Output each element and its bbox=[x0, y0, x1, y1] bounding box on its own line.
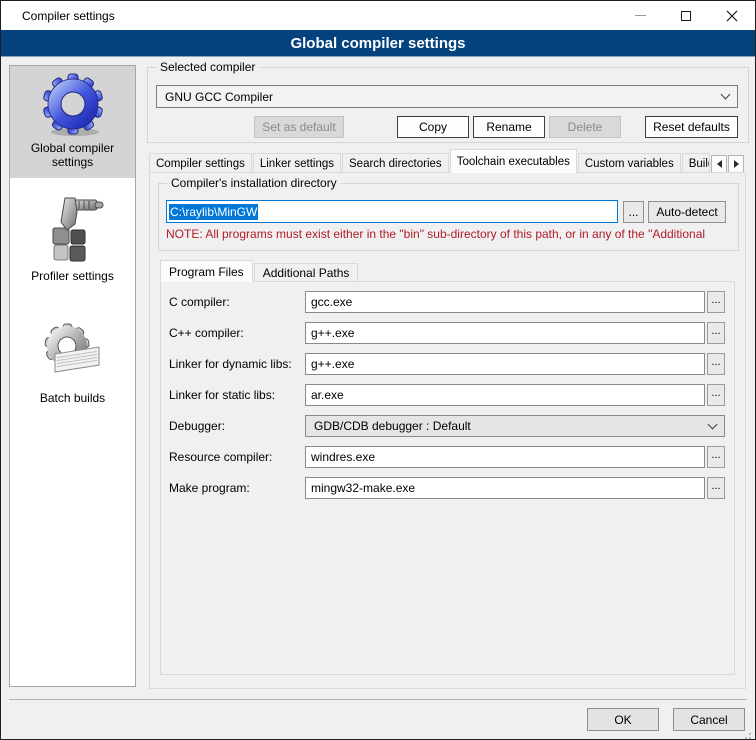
field-label: Debugger: bbox=[169, 419, 305, 433]
installation-directory-group: Compiler's installation directory C:\ray… bbox=[158, 183, 739, 251]
close-button[interactable] bbox=[709, 1, 755, 30]
make-program-input[interactable] bbox=[305, 477, 705, 499]
selected-compiler-group: Selected compiler GNU GCC Compiler Set a… bbox=[147, 67, 749, 143]
program-subtabs: Program Files Additional Paths bbox=[160, 260, 359, 282]
set-as-default-button[interactable]: Set as default bbox=[254, 116, 344, 138]
group-label: Compiler's installation directory bbox=[167, 176, 341, 190]
group-label: Selected compiler bbox=[156, 60, 259, 74]
resize-grip[interactable] bbox=[749, 733, 751, 735]
sidebar-item-label: Batch builds bbox=[10, 388, 135, 414]
toolchain-executables-panel: Compiler's installation directory C:\ray… bbox=[149, 172, 746, 689]
installation-directory-input[interactable]: C:\raylib\MinGW bbox=[166, 200, 618, 223]
browse-button[interactable]: ... bbox=[707, 322, 725, 344]
field-label: C++ compiler: bbox=[169, 326, 305, 340]
dialog-header: Global compiler settings bbox=[1, 30, 755, 57]
debugger-select-value: GDB/CDB debugger : Default bbox=[314, 419, 709, 433]
tab-scroll-arrows bbox=[711, 155, 744, 173]
resource-compiler-input[interactable] bbox=[305, 446, 705, 468]
field-row-c-compiler: C compiler: ... bbox=[169, 291, 725, 313]
caption-buttons bbox=[617, 1, 755, 30]
cancel-button[interactable]: Cancel bbox=[673, 708, 745, 731]
maximize-button[interactable] bbox=[663, 1, 709, 30]
auto-detect-button[interactable]: Auto-detect bbox=[648, 201, 726, 223]
rename-button[interactable]: Rename bbox=[473, 116, 545, 138]
tab-scroll-left-button[interactable] bbox=[711, 155, 727, 173]
ok-button[interactable]: OK bbox=[587, 708, 659, 731]
close-icon bbox=[726, 10, 738, 22]
field-label: Resource compiler: bbox=[169, 450, 305, 464]
tab-linker-settings[interactable]: Linker settings bbox=[253, 153, 341, 173]
installation-directory-row: C:\raylib\MinGW ... Auto-detect bbox=[166, 200, 726, 223]
sidebar-item-batch-builds[interactable]: Batch builds bbox=[10, 314, 135, 414]
subtab-additional-paths[interactable]: Additional Paths bbox=[254, 263, 359, 282]
dialog-header-title: Global compiler settings bbox=[290, 35, 465, 52]
tab-build-options[interactable]: Build options bbox=[682, 153, 710, 173]
browse-button[interactable]: ... bbox=[707, 353, 725, 375]
compiler-buttons-row: Set as default Copy Rename Delete Reset … bbox=[148, 116, 738, 138]
sidebar-item-global-compiler-settings[interactable]: Global compiler settings bbox=[10, 66, 135, 178]
tab-compiler-settings[interactable]: Compiler settings bbox=[149, 153, 252, 173]
footer-divider bbox=[9, 699, 747, 700]
debugger-select[interactable]: GDB/CDB debugger : Default bbox=[305, 415, 725, 437]
field-row-make-program: Make program: ... bbox=[169, 477, 725, 499]
settings-tabs: Compiler settings Linker settings Search… bbox=[149, 149, 744, 173]
window-title: Compiler settings bbox=[22, 9, 115, 23]
compiler-select-value: GNU GCC Compiler bbox=[165, 90, 722, 104]
field-label: C compiler: bbox=[169, 295, 305, 309]
compiler-select[interactable]: GNU GCC Compiler bbox=[156, 85, 738, 108]
field-row-cpp-compiler: C++ compiler: ... bbox=[169, 322, 725, 344]
caliper-icon bbox=[41, 194, 105, 266]
chevron-down-icon bbox=[708, 419, 718, 429]
static-linker-input[interactable] bbox=[305, 384, 705, 406]
program-files-panel: C compiler: ... C++ compiler: ... Linker… bbox=[160, 281, 735, 675]
bin-subdirectory-note: NOTE: All programs must exist either in … bbox=[166, 227, 736, 241]
chevron-down-icon bbox=[721, 90, 731, 100]
field-row-resource-compiler: Resource compiler: ... bbox=[169, 446, 725, 468]
cpp-compiler-input[interactable] bbox=[305, 322, 705, 344]
sidebar-item-label: Profiler settings bbox=[10, 266, 135, 292]
dynamic-linker-input[interactable] bbox=[305, 353, 705, 375]
tab-scroll-right-button[interactable] bbox=[728, 155, 744, 173]
right-arrow-icon bbox=[734, 160, 739, 168]
minimize-icon bbox=[635, 15, 646, 16]
tab-search-directories[interactable]: Search directories bbox=[342, 153, 449, 173]
field-label: Linker for dynamic libs: bbox=[169, 357, 305, 371]
copy-button[interactable]: Copy bbox=[397, 116, 469, 138]
browse-directory-button[interactable]: ... bbox=[623, 201, 644, 223]
field-row-debugger: Debugger: GDB/CDB debugger : Default bbox=[169, 415, 725, 437]
sidebar-item-profiler-settings[interactable]: Profiler settings bbox=[10, 188, 135, 292]
sidebar-item-label: Global compiler settings bbox=[10, 138, 135, 178]
left-arrow-icon bbox=[717, 160, 722, 168]
tab-custom-variables[interactable]: Custom variables bbox=[578, 153, 681, 173]
tab-toolchain-executables[interactable]: Toolchain executables bbox=[450, 149, 577, 173]
browse-button[interactable]: ... bbox=[707, 477, 725, 499]
field-label: Linker for static libs: bbox=[169, 388, 305, 402]
titlebar: Compiler settings bbox=[1, 1, 755, 30]
selected-path-text: C:\raylib\MinGW bbox=[169, 204, 258, 220]
settings-sidebar: Global compiler settings P bbox=[9, 65, 136, 687]
c-compiler-input[interactable] bbox=[305, 291, 705, 313]
browse-button[interactable]: ... bbox=[707, 291, 725, 313]
blue-gear-icon bbox=[41, 72, 105, 138]
minimize-button[interactable] bbox=[617, 1, 663, 30]
reset-defaults-button[interactable]: Reset defaults bbox=[645, 116, 738, 138]
browse-button[interactable]: ... bbox=[707, 384, 725, 406]
compiler-settings-dialog: Compiler settings Global compiler settin… bbox=[0, 0, 756, 740]
gray-gear-stack-icon bbox=[41, 320, 105, 388]
field-row-dynamic-linker: Linker for dynamic libs: ... bbox=[169, 353, 725, 375]
browse-button[interactable]: ... bbox=[707, 446, 725, 468]
maximize-icon bbox=[681, 11, 691, 21]
field-label: Make program: bbox=[169, 481, 305, 495]
delete-button[interactable]: Delete bbox=[549, 116, 621, 138]
subtab-program-files[interactable]: Program Files bbox=[160, 260, 253, 282]
field-row-static-linker: Linker for static libs: ... bbox=[169, 384, 725, 406]
